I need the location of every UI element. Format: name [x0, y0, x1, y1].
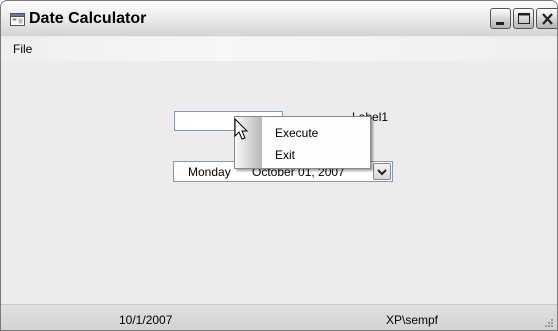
- minimize-icon: [496, 22, 504, 25]
- date-calculator-window: Date Calculator File Label1 Monday Octob…: [0, 0, 558, 331]
- chevron-down-icon: [377, 169, 387, 176]
- maximize-button[interactable]: [513, 8, 534, 29]
- close-icon: [542, 13, 553, 25]
- context-menu-exit-label: Exit: [275, 148, 296, 162]
- title-bar[interactable]: Date Calculator: [1, 1, 557, 36]
- menu-file[interactable]: File: [13, 42, 32, 56]
- status-date: 10/1/2007: [119, 313, 173, 327]
- context-menu: Execute Exit: [234, 116, 371, 169]
- date-picker-day: Monday: [188, 165, 231, 179]
- context-menu-exit[interactable]: Exit: [235, 144, 370, 166]
- maximize-icon: [518, 13, 530, 24]
- mouse-pointer-icon: [234, 118, 249, 140]
- window-title: Date Calculator: [29, 10, 147, 27]
- status-bar: 10/1/2007 XP\sempf: [1, 304, 557, 330]
- close-button[interactable]: [536, 8, 557, 29]
- status-user: XP\sempf: [386, 313, 439, 327]
- menu-bar: File: [1, 37, 557, 61]
- app-icon[interactable]: [10, 13, 25, 26]
- date-picker-dropdown-button[interactable]: [373, 163, 391, 180]
- context-menu-execute-label: Execute: [275, 126, 319, 140]
- minimize-button[interactable]: [490, 8, 511, 29]
- context-menu-execute[interactable]: Execute: [235, 122, 370, 144]
- resize-grip-icon[interactable]: [542, 318, 554, 330]
